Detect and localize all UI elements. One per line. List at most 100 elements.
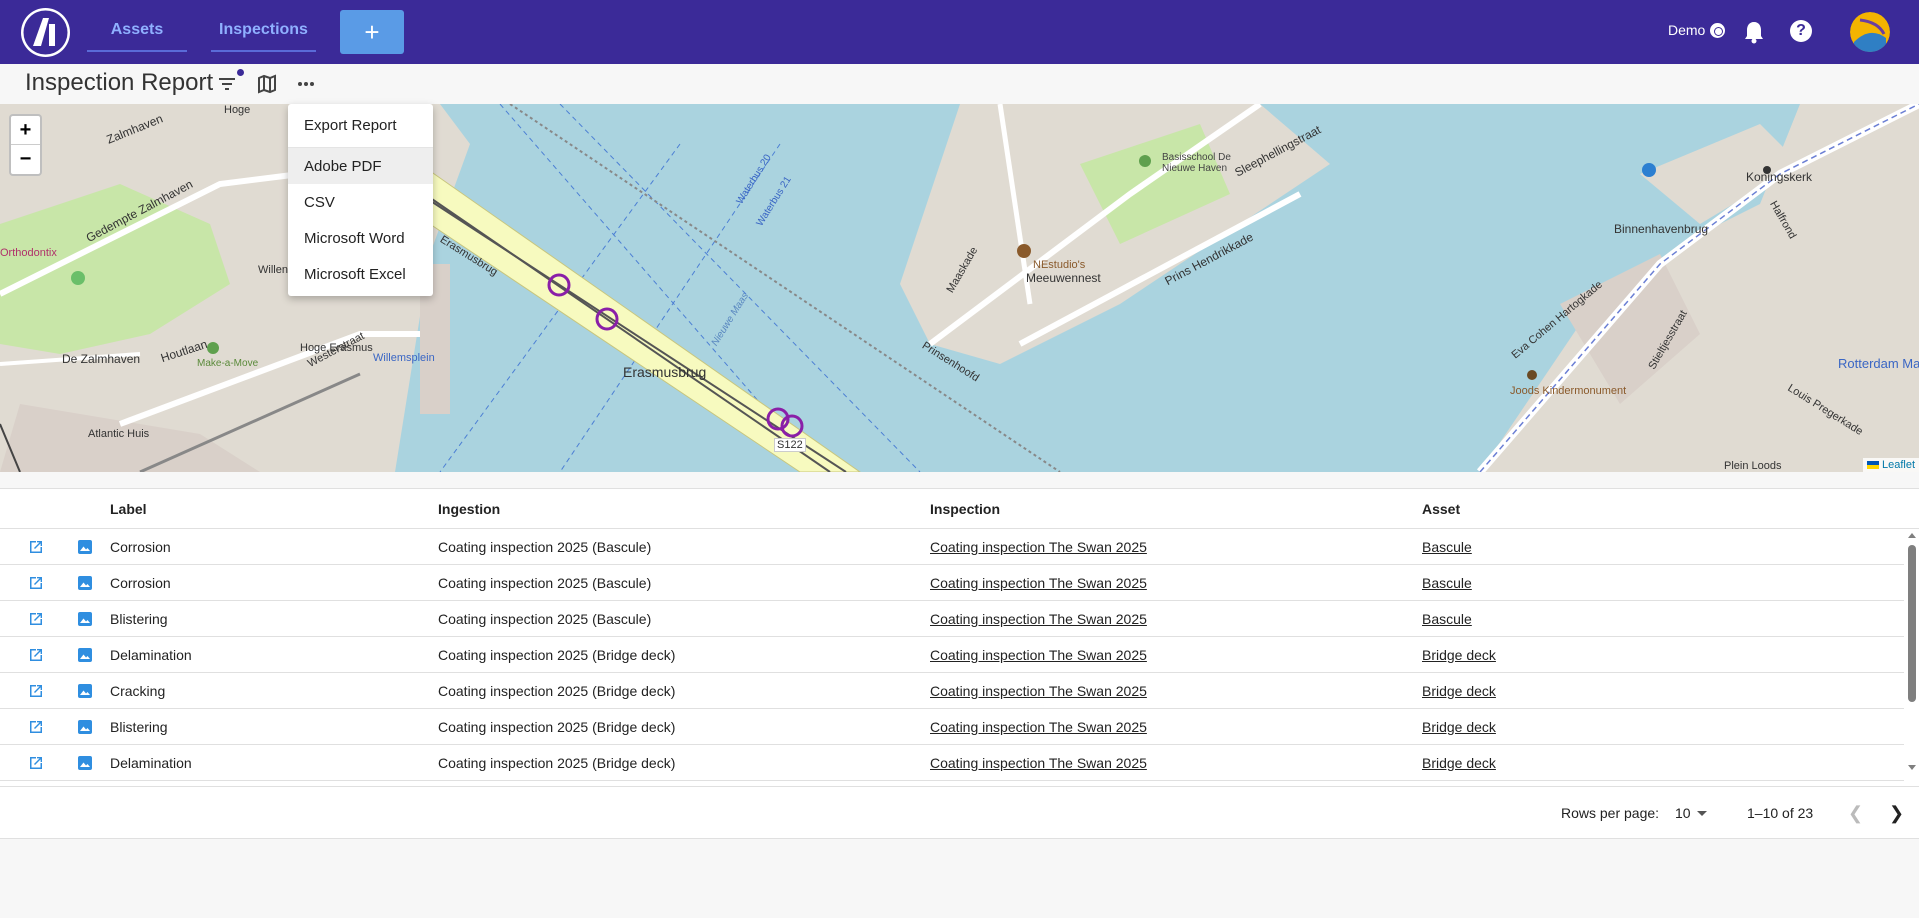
map-label: Joods Kindermonument bbox=[1510, 385, 1627, 397]
open-external-icon[interactable] bbox=[28, 755, 44, 774]
avatar[interactable] bbox=[1850, 12, 1890, 52]
map-label: Plein Loods bbox=[1724, 460, 1782, 472]
map-attribution[interactable]: Leaflet bbox=[1862, 458, 1919, 472]
filter-active-badge bbox=[237, 69, 244, 76]
zoom-in-button[interactable]: + bbox=[11, 116, 40, 145]
image-icon[interactable] bbox=[77, 647, 93, 666]
open-external-icon[interactable] bbox=[28, 683, 44, 702]
map-icon[interactable] bbox=[257, 74, 277, 99]
attribution-link[interactable]: Leaflet bbox=[1882, 459, 1915, 471]
image-icon[interactable] bbox=[77, 539, 93, 558]
inspection-link[interactable]: Coating inspection The Swan 2025 bbox=[930, 719, 1147, 735]
table-row[interactable]: Delamination Coating inspection 2025 (Bri… bbox=[0, 745, 1904, 781]
cell-label: Cracking bbox=[110, 683, 166, 699]
cell-ingestion: Coating inspection 2025 (Bridge deck) bbox=[438, 647, 676, 663]
column-header-label[interactable]: Label bbox=[110, 501, 147, 517]
table-header: Label Ingestion Inspection Asset bbox=[0, 489, 1919, 529]
image-icon[interactable] bbox=[77, 575, 93, 594]
export-csv-option[interactable]: CSV bbox=[288, 184, 433, 220]
open-external-icon[interactable] bbox=[28, 611, 44, 630]
asset-link[interactable]: Bascule bbox=[1422, 539, 1472, 555]
asset-link[interactable]: Bridge deck bbox=[1422, 647, 1496, 663]
map-label: Willen bbox=[258, 264, 288, 276]
cell-label: Delamination bbox=[110, 647, 192, 663]
cell-ingestion: Coating inspection 2025 (Bascule) bbox=[438, 539, 652, 555]
table-pagination: Rows per page: 10 1–10 of 23 ❮ ❯ bbox=[0, 786, 1919, 839]
inspection-table: Label Ingestion Inspection Asset Corrosi… bbox=[0, 488, 1919, 839]
next-page-icon[interactable]: ❯ bbox=[1889, 803, 1904, 824]
inspection-link[interactable]: Coating inspection The Swan 2025 bbox=[930, 683, 1147, 699]
column-header-asset[interactable]: Asset bbox=[1422, 501, 1460, 517]
inspection-link[interactable]: Coating inspection The Swan 2025 bbox=[930, 539, 1147, 555]
open-external-icon[interactable] bbox=[28, 575, 44, 594]
table-row[interactable]: Corrosion Coating inspection 2025 (Bascul… bbox=[0, 529, 1904, 565]
table-row[interactable]: Cracking Coating inspection 2025 (Bridge … bbox=[0, 673, 1904, 709]
map-label: Binnenhavenbrug bbox=[1614, 222, 1709, 236]
map-label: Meeuwennest bbox=[1026, 271, 1101, 285]
export-word-option[interactable]: Microsoft Word bbox=[288, 220, 433, 256]
filter-icon[interactable] bbox=[217, 74, 237, 99]
pagination-range: 1–10 of 23 bbox=[1747, 805, 1814, 821]
ukraine-flag-icon bbox=[1866, 461, 1879, 469]
table-scrollbar[interactable] bbox=[1905, 529, 1919, 774]
asset-link[interactable]: Bascule bbox=[1422, 611, 1472, 627]
inspection-link[interactable]: Coating inspection The Swan 2025 bbox=[930, 755, 1147, 771]
asset-link[interactable]: Bascule bbox=[1422, 575, 1472, 591]
map-label: Erasmusbrug bbox=[623, 364, 707, 380]
notifications-bell-icon[interactable] bbox=[1743, 20, 1765, 49]
page-header: Inspection Report bbox=[0, 64, 1919, 104]
map-label: De Zalmhaven bbox=[62, 352, 141, 366]
rows-per-page-select[interactable]: 10 bbox=[1675, 805, 1691, 821]
map-label: Make-a-Move bbox=[197, 358, 259, 369]
open-external-icon[interactable] bbox=[28, 647, 44, 666]
more-options-icon[interactable] bbox=[296, 74, 316, 99]
inspection-link[interactable]: Coating inspection The Swan 2025 bbox=[930, 575, 1147, 591]
asset-link[interactable]: Bridge deck bbox=[1422, 755, 1496, 771]
scroll-thumb[interactable] bbox=[1908, 545, 1916, 702]
previous-page-icon[interactable]: ❮ bbox=[1848, 803, 1863, 824]
map-label: Willemsplein bbox=[373, 352, 435, 364]
cell-label: Corrosion bbox=[110, 575, 171, 591]
open-external-icon[interactable] bbox=[28, 719, 44, 738]
map-zoom-control: + − bbox=[9, 114, 42, 176]
map-label: S122 bbox=[774, 438, 806, 452]
user-menu[interactable]: Demo bbox=[1668, 22, 1726, 38]
table-row[interactable]: Delamination Coating inspection 2025 (Bri… bbox=[0, 637, 1904, 673]
rows-per-page-caret-icon[interactable] bbox=[1697, 811, 1707, 816]
zoom-out-button[interactable]: − bbox=[11, 145, 40, 174]
map-label: Koningskerk bbox=[1746, 170, 1813, 184]
help-icon[interactable]: ? bbox=[1790, 20, 1812, 42]
add-button[interactable]: + bbox=[340, 10, 404, 54]
inspection-link[interactable]: Coating inspection The Swan 2025 bbox=[930, 611, 1147, 627]
map-label: Atlantic Huis bbox=[88, 428, 150, 440]
scroll-down-arrow-icon[interactable] bbox=[1908, 765, 1916, 770]
image-icon[interactable] bbox=[77, 683, 93, 702]
map-label: NEstudio's bbox=[1033, 259, 1086, 271]
export-excel-option[interactable]: Microsoft Excel bbox=[288, 256, 433, 292]
scroll-up-arrow-icon[interactable] bbox=[1908, 533, 1916, 538]
cell-ingestion: Coating inspection 2025 (Bridge deck) bbox=[438, 755, 676, 771]
top-navigation-bar: Assets Inspections + Demo ? bbox=[0, 0, 1919, 64]
map-label: Hoge Erasmus bbox=[300, 342, 373, 354]
column-header-ingestion[interactable]: Ingestion bbox=[438, 501, 500, 517]
export-menu: Export Report Adobe PDF CSV Microsoft Wo… bbox=[288, 104, 433, 296]
map-label: Orthodontix bbox=[0, 247, 57, 259]
table-row[interactable]: Blistering Coating inspection 2025 (Bridg… bbox=[0, 709, 1904, 745]
image-icon[interactable] bbox=[77, 755, 93, 774]
open-external-icon[interactable] bbox=[28, 539, 44, 558]
asset-link[interactable]: Bridge deck bbox=[1422, 719, 1496, 735]
nav-tab-assets[interactable]: Assets bbox=[87, 10, 187, 52]
table-row[interactable]: Blistering Coating inspection 2025 (Bascu… bbox=[0, 601, 1904, 637]
asset-link[interactable]: Bridge deck bbox=[1422, 683, 1496, 699]
nav-tab-inspections[interactable]: Inspections bbox=[211, 10, 316, 52]
column-header-inspection[interactable]: Inspection bbox=[930, 501, 1000, 517]
cell-label: Corrosion bbox=[110, 539, 171, 555]
rows-per-page-label: Rows per page: bbox=[1561, 805, 1660, 821]
app-logo[interactable] bbox=[21, 8, 70, 57]
image-icon[interactable] bbox=[77, 611, 93, 630]
image-icon[interactable] bbox=[77, 719, 93, 738]
table-row[interactable]: Corrosion Coating inspection 2025 (Bascul… bbox=[0, 565, 1904, 601]
export-pdf-option[interactable]: Adobe PDF bbox=[288, 148, 433, 184]
inspection-link[interactable]: Coating inspection The Swan 2025 bbox=[930, 647, 1147, 663]
page-title: Inspection Report bbox=[25, 69, 214, 96]
